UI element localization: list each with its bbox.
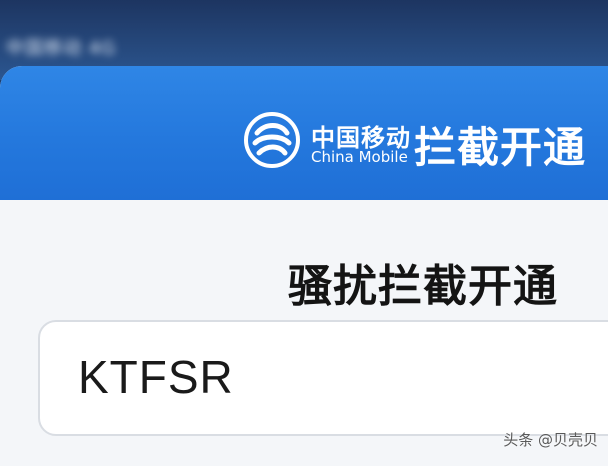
app-header: 中国移动 China Mobile 拦截开通	[0, 66, 608, 200]
app-screen: 中国移动 China Mobile 拦截开通 骚扰拦截开通 KTFSR	[0, 66, 608, 466]
page-title: 骚扰拦截开通	[288, 261, 558, 312]
status-bar-text: 中国移动 4G	[6, 38, 117, 59]
sms-code-value: KTFSR	[78, 351, 234, 403]
watermark: 头条 @贝壳贝	[503, 431, 598, 449]
header-title: 拦截开通	[414, 123, 587, 172]
main-content: 骚扰拦截开通 KTFSR	[0, 200, 608, 466]
sms-code-input[interactable]: KTFSR	[38, 320, 608, 436]
china-mobile-logo-icon	[244, 112, 300, 168]
brand-name-en: China Mobile	[311, 148, 408, 166]
